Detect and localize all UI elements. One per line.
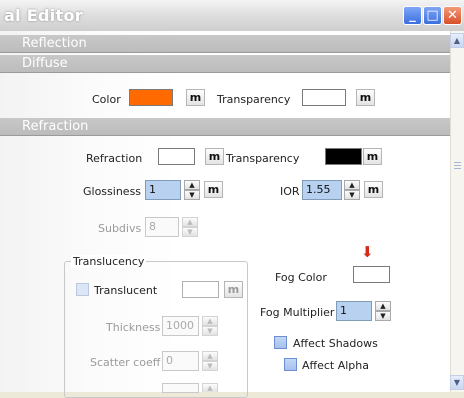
window-title: al Editor	[4, 6, 83, 25]
ior-map-button[interactable]: m	[364, 181, 383, 198]
scatter-coeff-input[interactable]: 0	[162, 351, 199, 371]
subdivs-stepper[interactable]: ▲ ▼	[182, 217, 198, 237]
thickness-input[interactable]: 1000	[162, 316, 199, 336]
scroll-down-icon[interactable]: ▼	[450, 375, 464, 390]
scatter-coeff-stepper[interactable]: ▲ ▼	[202, 351, 218, 371]
minimize-button[interactable]: _	[403, 6, 422, 25]
translucent-color-swatch[interactable]	[182, 281, 219, 298]
ior-label: IOR	[280, 185, 300, 198]
diffuse-color-map-button[interactable]: m	[186, 89, 205, 106]
spin-up-icon[interactable]: ▲	[375, 301, 391, 311]
fog-multiplier-stepper[interactable]: ▲ ▼	[375, 301, 391, 321]
spin-up-icon[interactable]: ▲	[182, 217, 198, 227]
spin-up-icon[interactable]: ▲	[344, 180, 360, 190]
section-header-diffuse[interactable]: Diffuse	[0, 55, 450, 73]
fog-multiplier-label: Fog Multiplier	[260, 306, 335, 319]
glossiness-label: Glossiness	[83, 185, 142, 198]
refraction-transparency-swatch[interactable]	[325, 148, 362, 165]
diffuse-transparency-map-button[interactable]: m	[356, 89, 375, 106]
refraction-transparency-label: Transparency	[226, 152, 300, 165]
refraction-map-button[interactable]: m	[205, 148, 224, 165]
diffuse-transparency-label: Transparency	[217, 93, 291, 106]
spin-down-icon[interactable]: ▼	[344, 190, 360, 200]
spin-down-icon[interactable]: ▼	[182, 227, 198, 237]
affect-alpha-checkbox[interactable]	[284, 358, 297, 371]
fog-color-label: Fog Color	[275, 271, 327, 284]
arrow-down-icon: ⬇	[361, 243, 374, 261]
affect-shadows-label: Affect Shadows	[293, 337, 378, 350]
ior-stepper[interactable]: ▲ ▼	[344, 180, 360, 200]
fog-color-swatch[interactable]	[353, 266, 390, 283]
maximize-button[interactable]: □	[423, 6, 442, 25]
subdivs-input[interactable]: 8	[145, 217, 179, 237]
scroll-up-icon[interactable]: ▲	[450, 33, 464, 48]
spin-down-icon[interactable]: ▼	[184, 190, 200, 200]
refraction-color-swatch[interactable]	[158, 148, 195, 165]
section-header-refraction[interactable]: Refraction	[0, 118, 450, 136]
spin-up-icon[interactable]: ▲	[202, 316, 218, 326]
title-bar[interactable]: al Editor _ □ ✕	[0, 0, 464, 31]
diffuse-color-swatch[interactable]	[129, 89, 173, 106]
spin-up-icon[interactable]: ▲	[202, 351, 218, 361]
spin-up-icon[interactable]: ▲	[202, 383, 218, 392]
translucent-map-button[interactable]: m	[224, 281, 243, 298]
translucent-checkbox[interactable]	[76, 283, 89, 296]
close-button[interactable]: ✕	[443, 6, 462, 25]
refraction-label: Refraction	[86, 152, 143, 165]
glossiness-input[interactable]: 1	[145, 180, 181, 200]
scatter-coeff-label: Scatter coeff	[90, 356, 161, 369]
editor-panel: Reflection Diffuse Color m Transparency …	[0, 31, 450, 398]
spin-down-icon[interactable]: ▼	[375, 311, 391, 321]
spin-down-icon[interactable]: ▼	[202, 361, 218, 371]
spin-up-icon[interactable]: ▲	[184, 180, 200, 190]
affect-alpha-label: Affect Alpha	[302, 359, 370, 372]
refraction-transparency-map-button[interactable]: m	[363, 148, 382, 165]
glossiness-map-button[interactable]: m	[204, 181, 223, 198]
spin-down-icon[interactable]: ▼	[202, 326, 218, 336]
translucent-label: Translucent	[94, 284, 158, 297]
fog-multiplier-input[interactable]: 1	[336, 301, 372, 321]
diffuse-color-label: Color	[92, 93, 121, 106]
thickness-label: Thickness	[106, 321, 161, 334]
diffuse-transparency-swatch[interactable]	[302, 89, 346, 106]
ior-input[interactable]: 1.55	[302, 180, 342, 200]
thickness-stepper[interactable]: ▲ ▼	[202, 316, 218, 336]
vertical-scrollbar[interactable]	[450, 31, 464, 392]
translucency-group-label: Translucency	[71, 255, 147, 268]
cutoff-stepper-partial[interactable]: ▲	[202, 383, 218, 392]
affect-shadows-checkbox[interactable]	[274, 336, 287, 349]
scrollbar-thumb-grip[interactable]	[452, 160, 463, 184]
section-header-reflection[interactable]: Reflection	[0, 35, 450, 53]
subdivs-label: Subdivs	[98, 222, 142, 235]
glossiness-stepper[interactable]: ▲ ▼	[184, 180, 200, 200]
